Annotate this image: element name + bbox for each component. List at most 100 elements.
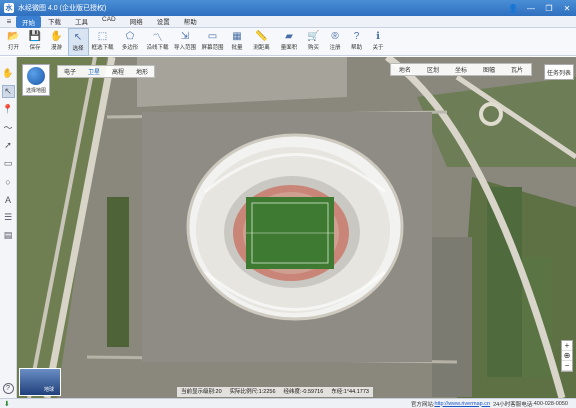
polygon-icon: ⬠ [125,30,135,42]
tool-label: 保存 [29,45,41,51]
coord-readout-1: 经纬度:-0.59716 [283,389,324,395]
tool-label: 注册 [329,45,341,51]
menu-item[interactable]: 开始 [16,15,41,28]
help-icon: ? [353,30,360,42]
minimize-button[interactable]: — [522,0,540,16]
tool-save-button[interactable]: 💾 保存 [25,28,46,56]
hand-icon: ✋ [50,30,63,42]
support-phone: 400-028-0050 [533,400,568,407]
locate-button[interactable]: ⊕ [562,351,572,361]
tool-label: 帮助 [350,45,362,51]
help-circle-icon[interactable]: ? [2,383,14,394]
tool-label: 导入范围 [173,45,196,51]
tool-import-range-button[interactable]: ⇲ 导入范围 [172,28,199,56]
zoom-in-button[interactable]: + [562,341,572,351]
rectangle-icon[interactable]: ▭ [2,157,15,170]
close-button[interactable]: ✕ [558,0,576,16]
tool-label: 框选下载 [91,45,114,51]
tool-hand-button[interactable]: ✋ 漫游 [46,28,67,56]
overlay-toggle[interactable]: 地名 [391,64,419,75]
about-icon: ℹ [376,30,380,42]
polyline-icon[interactable]: 〜 [2,121,15,134]
support-label: 24小时客服电话: [493,401,534,408]
menu-item[interactable]: 帮助 [177,16,204,28]
screen-range-icon: ▭ [207,30,218,42]
tool-screen-range-button[interactable]: ▭ 屏幕范围 [199,28,226,56]
minimap-label: 地球 [44,387,55,393]
overlay-toggle[interactable]: 坐标 [447,64,475,75]
choose-map-button[interactable]: 选择地图 [22,64,50,96]
tool-label: 测距离 [253,45,270,51]
globe-icon [27,67,45,85]
menu-item[interactable]: CAD [95,16,123,28]
register-icon: ® [331,30,339,42]
menu-item[interactable]: 下载 [41,16,68,28]
tool-label: 选择 [72,46,84,52]
map-type-tab[interactable]: 电子 [58,66,82,77]
zoom-out-button[interactable]: − [562,361,572,371]
hand-icon[interactable]: ✋ [2,67,15,80]
menu-toggle-icon[interactable]: ≡ [2,17,16,26]
tool-label: 量面积 [280,45,298,51]
tool-area-button[interactable]: ▰ 量面积 [276,28,303,56]
tool-cart-button[interactable]: 🛒 购买 [303,28,324,56]
overlay-toggle[interactable]: 图幅 [475,64,503,75]
task-list-button[interactable]: 任务列表 [544,64,574,80]
tool-line-download-button[interactable]: 〽沿线下载 [144,28,171,56]
download-status-icon: ⬇ [4,401,10,408]
map-type-switcher: 电子 卫星 高程 地形 [57,65,156,78]
tool-label: 购买 [307,45,319,51]
footer-bar: ⬇ 官方网站: http://www.rivermap.cn 24小时客服电话:… [0,398,576,408]
toolbar: 📂 打开 💾 保存 ✋ 漫游 ↖ 选择 ⬚ 框选下载 ⬠ 多边形〽沿线下载 ⇲ 导入范围 ▭ 屏幕范围 ▦ 批量 📏… [0,28,576,56]
satellite-image [17,57,576,398]
tool-polygon-button[interactable]: ⬠ 多边形 [117,28,144,56]
arrow-icon[interactable]: ➚ [2,139,15,152]
overlay-toggle[interactable]: 区划 [419,64,447,75]
tool-folder-open-button[interactable]: 📂 打开 [3,28,24,56]
site-link[interactable]: http://www.rivermap.cn [434,401,490,407]
window-controls: 👤 — ❐ ✕ [504,0,576,16]
tool-register-button[interactable]: ® 注册 [325,28,346,56]
menu-item[interactable]: 设置 [150,16,177,28]
tool-cursor-button[interactable]: ↖ 选择 [67,28,89,56]
pointer-icon[interactable]: ↖ [1,85,15,98]
tool-help-button[interactable]: ? 帮助 [346,28,367,56]
overlay-toggle[interactable]: 瓦片 [503,64,531,75]
map-type-tab[interactable]: 地形 [130,66,154,77]
tool-label: 多边形 [121,45,139,51]
tool-label: 批量 [231,45,243,51]
map-type-tab[interactable]: 卫星 [82,66,106,77]
tool-label: 屏幕范围 [201,45,224,51]
tool-label: 关于 [372,45,384,51]
tool-ruler-button[interactable]: 📏 测距离 [248,28,275,56]
marker-icon[interactable]: 📍 [2,103,15,116]
text-icon[interactable]: A [2,193,15,206]
tool-about-button[interactable]: ℹ 关于 [368,28,389,56]
cart-icon: 🛒 [307,30,320,42]
cursor-icon: ↖ [73,31,83,43]
site-label: 官方网站: [410,401,435,408]
title-bar: 水 水经微图 4.0 (企业版已授权) 👤 — ❐ ✕ [0,0,576,16]
tool-box-download-button[interactable]: ⬚ 框选下载 [89,28,116,56]
layers-icon[interactable]: ☰ [2,211,15,224]
coord-readout-2: 东经:1°44.1773 [331,389,369,395]
tool-label: 打开 [7,45,19,51]
choose-map-label: 选择地图 [25,88,46,94]
display-level: 当前显示级别:20 [181,389,222,395]
import-range-icon: ⇲ [180,30,190,42]
menu-item[interactable]: 网络 [123,16,150,28]
map-type-tab[interactable]: 高程 [106,66,130,77]
maximize-button[interactable]: ❐ [540,0,558,16]
ruler-icon: 📏 [255,30,268,42]
minimap-button[interactable]: 地球 [19,368,61,396]
zoom-control: + ⊕ − [561,340,573,372]
tool-batch-button[interactable]: ▦ 批量 [227,28,248,56]
table-icon[interactable]: ▤ [2,229,15,242]
user-icon[interactable]: 👤 [504,0,522,16]
circle-icon[interactable]: ○ [2,175,15,188]
map-view[interactable]: 选择地图 电子 卫星 高程 地形 地名 区划 坐标 图幅 瓦片 任务列表 + ⊕ − 地球 当前显… [17,57,576,398]
batch-icon: ▦ [232,30,242,42]
menu-item[interactable]: 工具 [68,16,95,28]
area-icon: ▰ [285,30,293,42]
window-title: 水经微图 4.0 (企业版已授权) [18,5,107,12]
